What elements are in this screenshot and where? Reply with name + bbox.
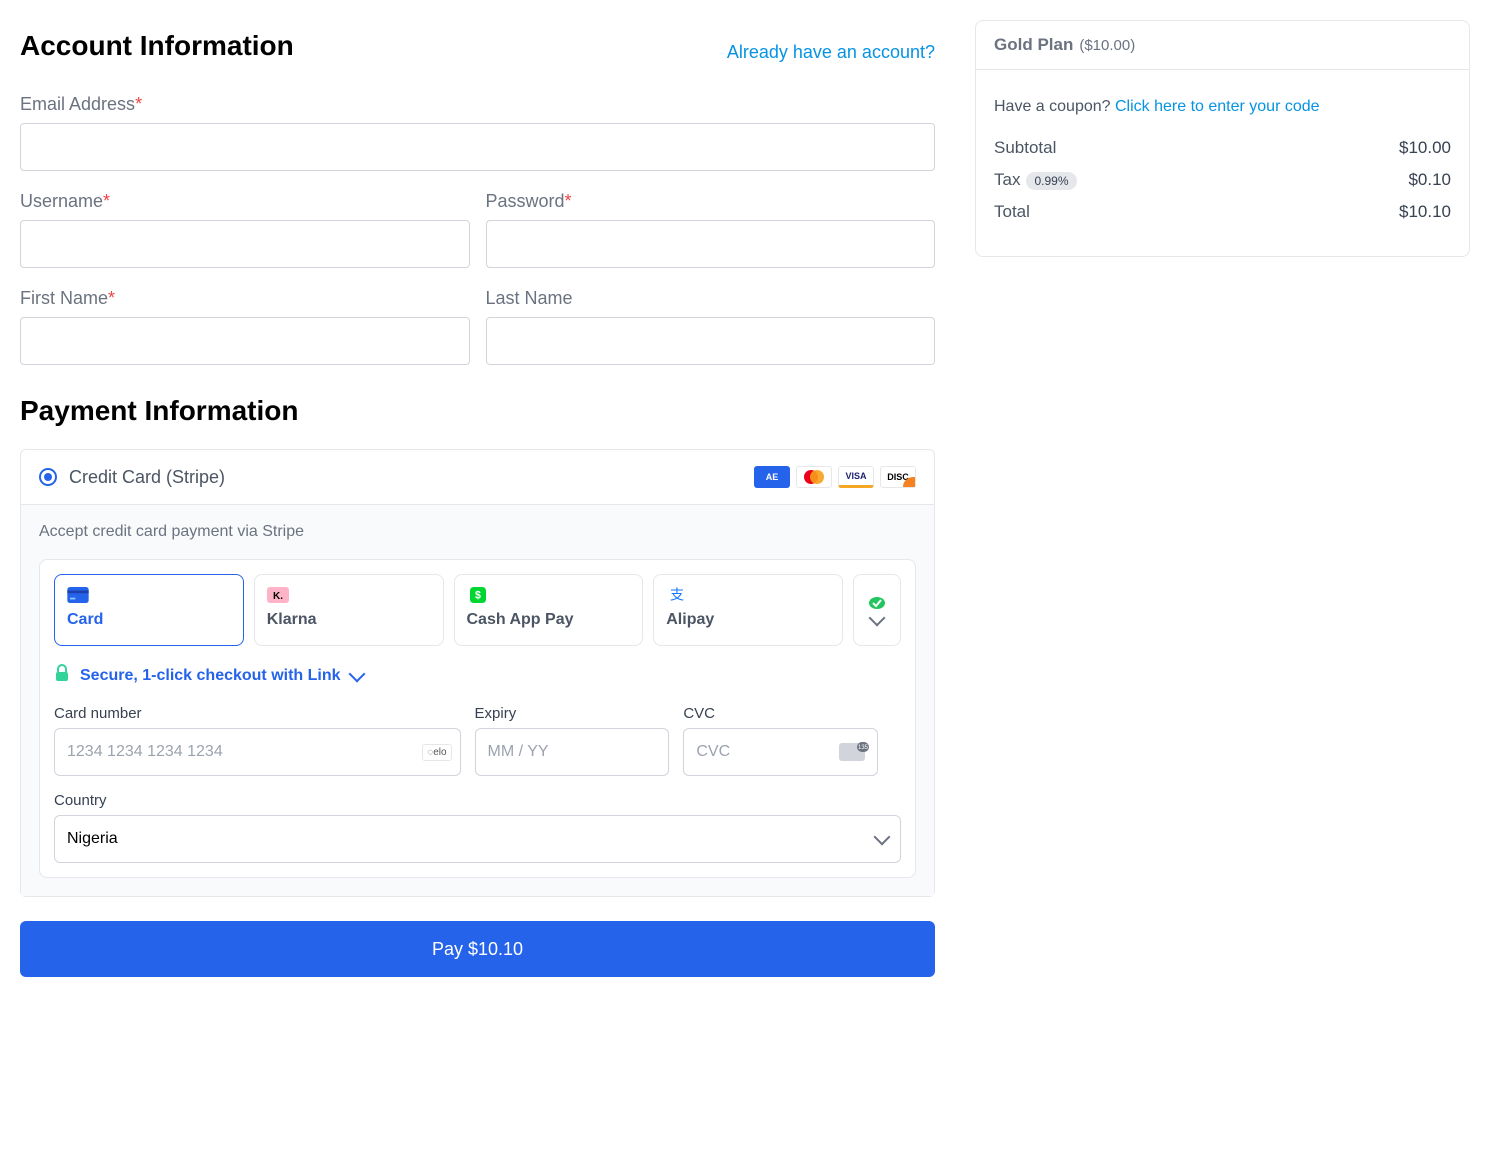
- card-icon: [67, 587, 89, 603]
- country-label: Country: [54, 792, 901, 809]
- payment-description: Accept credit card payment via Stripe: [39, 523, 916, 541]
- tab-alipay[interactable]: 支 Alipay: [653, 574, 843, 646]
- tab-klarna-label: Klarna: [267, 611, 431, 629]
- check-icon: [868, 596, 886, 610]
- cvc-label: CVC: [683, 705, 878, 722]
- lastname-label: Last Name: [486, 288, 936, 309]
- tab-klarna[interactable]: K. Klarna: [254, 574, 444, 646]
- tax-label: Tax0.99%: [994, 170, 1077, 190]
- expiry-input[interactable]: MM / YY: [475, 728, 670, 776]
- lastname-field[interactable]: [486, 317, 936, 365]
- payment-method-radio[interactable]: [39, 468, 57, 486]
- username-field[interactable]: [20, 220, 470, 268]
- plan-name: Gold Plan: [994, 35, 1073, 55]
- firstname-label: First Name*: [20, 288, 470, 309]
- secure-link-label: Secure, 1-click checkout with Link: [80, 667, 341, 685]
- lock-icon: [54, 664, 70, 687]
- email-label: Email Address*: [20, 94, 935, 115]
- tab-card[interactable]: Card: [54, 574, 244, 646]
- chevron-down-icon: [869, 610, 886, 627]
- payment-box: Credit Card (Stripe) AE VISA DISC Accept…: [20, 449, 935, 897]
- discover-icon: DISC: [880, 466, 916, 488]
- username-label: Username*: [20, 191, 470, 212]
- tab-alipay-label: Alipay: [666, 611, 830, 629]
- card-brands: AE VISA DISC: [754, 466, 916, 488]
- coupon-link[interactable]: Click here to enter your code: [1115, 98, 1320, 115]
- payment-heading: Payment Information: [20, 395, 935, 427]
- secure-link-toggle[interactable]: Secure, 1-click checkout with Link: [54, 664, 901, 687]
- cvc-hint-icon: 135: [839, 742, 869, 762]
- firstname-field[interactable]: [20, 317, 470, 365]
- country-value: Nigeria: [67, 830, 118, 848]
- svg-text:$: $: [475, 590, 481, 602]
- chevron-down-icon: [874, 829, 891, 846]
- svg-text:K.: K.: [273, 591, 283, 602]
- chevron-down-icon: [348, 665, 365, 682]
- tab-more[interactable]: [853, 574, 901, 646]
- card-number-input[interactable]: 1234 1234 1234 1234 ◌elo: [54, 728, 461, 776]
- tax-value: $0.10: [1408, 170, 1451, 190]
- tab-card-label: Card: [67, 611, 231, 629]
- svg-text:支: 支: [670, 587, 684, 603]
- klarna-icon: K.: [267, 587, 289, 603]
- total-value: $10.10: [1399, 202, 1451, 222]
- subtotal-value: $10.00: [1399, 138, 1451, 158]
- svg-text:135: 135: [858, 745, 869, 751]
- account-heading: Account Information: [20, 30, 294, 62]
- password-field[interactable]: [486, 220, 936, 268]
- subtotal-label: Subtotal: [994, 138, 1056, 158]
- email-field[interactable]: [20, 123, 935, 171]
- payment-method-label: Credit Card (Stripe): [69, 467, 225, 488]
- visa-icon: VISA: [838, 466, 874, 488]
- order-summary: Gold Plan ($10.00) Have a coupon? Click …: [975, 20, 1470, 257]
- card-number-label: Card number: [54, 705, 461, 722]
- plan-price: ($10.00): [1079, 37, 1135, 54]
- country-select[interactable]: Nigeria: [54, 815, 901, 863]
- mastercard-icon: [796, 466, 832, 488]
- cashapp-icon: $: [467, 587, 489, 603]
- pay-button[interactable]: Pay $10.10: [20, 921, 935, 977]
- tax-rate-badge: 0.99%: [1026, 172, 1076, 190]
- amex-icon: AE: [754, 466, 790, 488]
- cvc-input[interactable]: CVC 135: [683, 728, 878, 776]
- tab-cashapp-label: Cash App Pay: [467, 611, 631, 629]
- alipay-icon: 支: [666, 587, 688, 603]
- login-link[interactable]: Already have an account?: [727, 42, 935, 63]
- tab-cashapp[interactable]: $ Cash App Pay: [454, 574, 644, 646]
- coupon-row: Have a coupon? Click here to enter your …: [994, 98, 1451, 116]
- total-label: Total: [994, 202, 1030, 222]
- card-type-badge: ◌elo: [422, 744, 451, 761]
- password-label: Password*: [486, 191, 936, 212]
- expiry-label: Expiry: [475, 705, 670, 722]
